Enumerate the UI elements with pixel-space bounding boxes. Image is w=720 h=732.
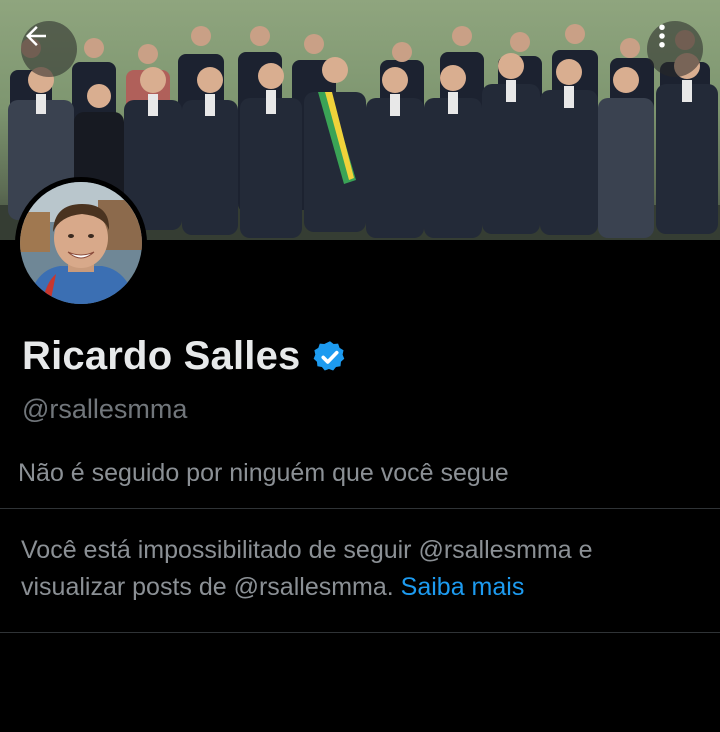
blocked-message: Você está impossibilitado de seguir @rsa… bbox=[21, 532, 701, 606]
more-vertical-icon bbox=[659, 24, 665, 48]
display-name: Ricardo Salles bbox=[22, 334, 301, 378]
verified-badge-icon[interactable] bbox=[312, 339, 348, 375]
divider bbox=[0, 508, 720, 509]
more-options-button[interactable] bbox=[647, 21, 703, 77]
followers-you-know-note: Não é seguido por ninguém que você segue bbox=[18, 459, 509, 487]
back-button[interactable] bbox=[21, 21, 77, 77]
profile-avatar[interactable] bbox=[15, 177, 147, 309]
profile-handle: @rsallesmma bbox=[22, 394, 188, 424]
arrow-left-icon bbox=[26, 26, 46, 46]
profile-name-row: Ricardo Salles bbox=[22, 334, 348, 379]
divider bbox=[0, 632, 720, 633]
avatar-photo bbox=[20, 182, 142, 304]
learn-more-link[interactable]: Saiba mais bbox=[401, 573, 525, 601]
